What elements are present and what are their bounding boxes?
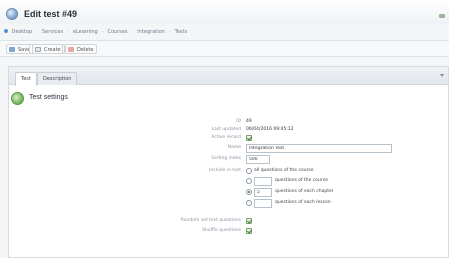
delete-button-label: Delete: [77, 47, 94, 53]
lesson-count-input[interactable]: [254, 199, 272, 208]
save-button[interactable]: Save: [6, 44, 35, 54]
random-label: Random set test questions: [180, 218, 241, 223]
breadcrumb-separator: ·: [102, 29, 104, 35]
include-chapter-text: questions of each chapter: [275, 189, 334, 194]
tab-description[interactable]: Description: [37, 72, 78, 85]
breadcrumb: Desktop · Services · eLearning · Courses…: [4, 29, 188, 37]
sorting-row: Sorting index: [9, 155, 448, 165]
include-chapter-radio[interactable]: [246, 189, 252, 195]
create-button[interactable]: Create: [32, 44, 65, 54]
include-all-radio[interactable]: [246, 168, 252, 174]
home-icon: [4, 29, 8, 33]
breadcrumb-item-integration[interactable]: Integration: [137, 29, 165, 35]
test-settings-icon: [11, 92, 24, 105]
include-lesson-radio[interactable]: [246, 200, 252, 206]
include-label: Include in test: [209, 168, 241, 173]
breadcrumb-separator: ·: [36, 29, 39, 35]
random-row: Random set test questions: [9, 217, 448, 227]
name-row: Name: [9, 144, 448, 154]
toolbar-divider: [29, 45, 30, 54]
include-all-text: all questions of the course: [254, 168, 314, 173]
random-checkbox[interactable]: [246, 218, 252, 224]
editor-window: Edit test #49 Desktop · Services · eLear…: [0, 0, 449, 258]
breadcrumb-separator: ·: [67, 29, 70, 35]
course-count-input[interactable]: [254, 177, 272, 186]
globe-icon: [6, 8, 18, 20]
last-updated-label: Last updated: [211, 127, 241, 132]
last-updated-value: 06/04/2016 09:45:12: [246, 127, 294, 132]
sorting-label: Sorting index: [211, 156, 241, 161]
id-label: ID: [236, 119, 241, 124]
breadcrumb-item-courses[interactable]: Courses: [107, 29, 127, 35]
toolbar: Save Create Delete: [0, 40, 449, 57]
name-label: Name: [227, 145, 241, 150]
include-course-text: questions of the course: [275, 178, 328, 183]
tab-bar: Test Description: [9, 67, 448, 86]
section-title: Test settings: [29, 94, 68, 101]
tab-test[interactable]: Test: [15, 72, 37, 86]
breadcrumb-separator: ·: [169, 29, 172, 35]
window-title: Edit test #49: [24, 9, 78, 19]
breadcrumb-separator: ·: [132, 29, 134, 35]
toolbar-divider: [62, 45, 63, 54]
save-icon: [9, 47, 15, 52]
breadcrumb-item-desktop[interactable]: Desktop: [12, 29, 33, 35]
settings-panel: Test Description Test settings ID 49 Las…: [8, 66, 449, 258]
active-checkbox[interactable]: [246, 135, 252, 141]
id-value: 49: [246, 119, 252, 124]
sorting-input[interactable]: [246, 155, 270, 164]
minimize-icon[interactable]: [439, 14, 445, 18]
shuffle-label: Shuffle questions: [202, 228, 241, 233]
active-label: Active record: [211, 135, 241, 140]
active-row: Active record: [9, 134, 448, 144]
shuffle-checkbox[interactable]: [246, 228, 252, 234]
new-document-icon: [35, 47, 41, 52]
create-button-label: Create: [44, 47, 61, 53]
title-bar: Edit test #49: [0, 0, 449, 24]
include-row: Include in test all questions of the cou…: [9, 167, 448, 213]
section-header: Test settings: [9, 86, 448, 112]
breadcrumb-item-services[interactable]: Services: [42, 29, 63, 35]
delete-icon: [68, 47, 74, 52]
include-lesson-text: questions of each lesson: [275, 200, 331, 205]
shuffle-row: Shuffle questions: [9, 227, 448, 237]
collapse-arrow-icon[interactable]: [440, 74, 444, 77]
chapter-count-input[interactable]: [254, 188, 272, 197]
breadcrumb-item-elearning[interactable]: eLearning: [73, 29, 98, 35]
delete-button[interactable]: Delete: [65, 44, 98, 54]
breadcrumb-item-tests[interactable]: Tests: [175, 29, 187, 35]
name-input[interactable]: [246, 144, 392, 153]
include-course-radio[interactable]: [246, 178, 252, 184]
